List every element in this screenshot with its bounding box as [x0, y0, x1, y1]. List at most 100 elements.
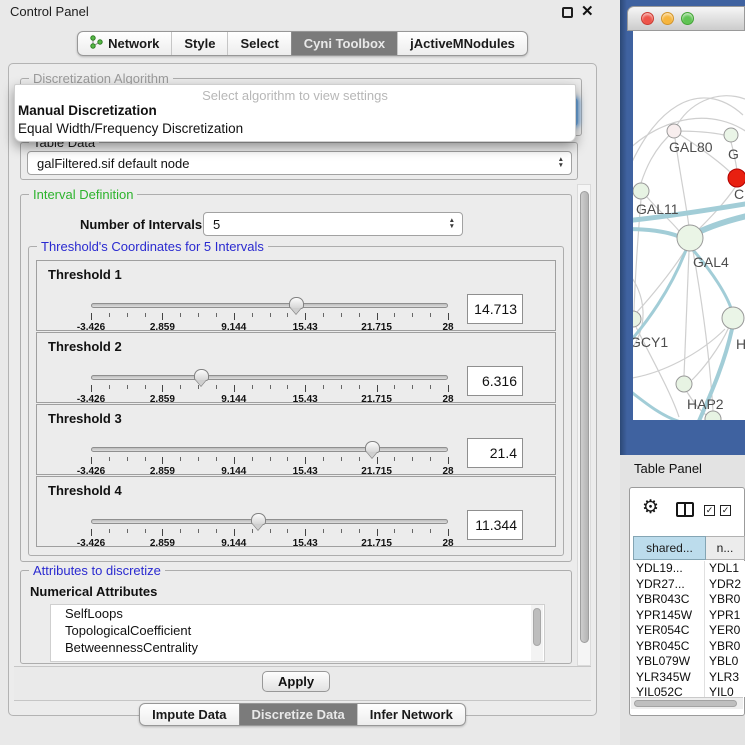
network-node-g[interactable] [724, 128, 738, 142]
table-row[interactable]: YIL052CYIL0 [633, 685, 745, 697]
spinner-arrows-icon: ▲▼ [558, 157, 564, 169]
cell-shared-name[interactable]: YDR27... [633, 577, 705, 593]
network-node[interactable] [705, 411, 721, 420]
scrollbar-thumb[interactable] [533, 608, 541, 646]
tab-discretize-data[interactable]: Discretize Data [239, 704, 357, 725]
column-header-name[interactable]: n... [706, 536, 745, 560]
network-icon [90, 35, 103, 52]
close-icon[interactable]: ✕ [581, 2, 594, 20]
cell-name[interactable]: YIL0 [705, 685, 745, 697]
scrollbar-thumb[interactable] [634, 700, 737, 707]
tab-infer-network[interactable]: Infer Network [357, 704, 465, 725]
bottom-tab-bar: Impute DataDiscretize DataInfer Network [8, 703, 597, 726]
threshold-value-input[interactable] [467, 510, 523, 540]
table-row[interactable]: YBL079WYBL0 [633, 654, 745, 670]
attribute-item[interactable]: SelfLoops [51, 605, 544, 622]
slider-track[interactable] [91, 519, 448, 524]
cell-name[interactable]: YBL0 [705, 654, 745, 670]
threshold-label: Threshold 2 [48, 339, 122, 354]
checkbox-icon[interactable]: ✓ [720, 505, 731, 516]
tick-label: 28 [442, 538, 453, 549]
cell-shared-name[interactable]: YBR043C [633, 592, 705, 608]
network-node-gal4[interactable] [677, 225, 703, 251]
tick-label: -3.426 [77, 538, 105, 549]
numerical-attributes-list[interactable]: SelfLoopsTopologicalCoefficientBetweenne… [50, 604, 545, 662]
table-row[interactable]: YBR043CYBR0 [633, 592, 745, 608]
table-data-value: galFiltered.sif default node [37, 156, 189, 171]
table-row[interactable]: YPR145WYPR1 [633, 608, 745, 624]
tab-jactivemnodules[interactable]: jActiveMNodules [397, 32, 527, 55]
table-row[interactable]: YLR345WYLR3 [633, 670, 745, 686]
cell-shared-name[interactable]: YER054C [633, 623, 705, 639]
cell-shared-name[interactable]: YBR045C [633, 639, 705, 655]
table-row[interactable]: YDL19...YDL1 [633, 561, 745, 577]
threshold-value-input[interactable] [467, 294, 523, 324]
network-node-gal80[interactable] [667, 124, 681, 138]
cell-shared-name[interactable]: YDL19... [633, 561, 705, 577]
threshold-slider[interactable]: -3.4262.8599.14415.4321.71528 [91, 519, 448, 545]
cell-shared-name[interactable]: YLR345W [633, 670, 705, 686]
network-node-gcy1[interactable] [633, 311, 641, 327]
attribute-item[interactable]: BetweennessCentrality [51, 639, 544, 656]
network-node-c[interactable] [728, 169, 745, 187]
network-node-gal11[interactable] [633, 183, 649, 199]
table-data-combobox[interactable]: galFiltered.sif default node ▲▼ [27, 151, 572, 175]
traffic-light-minimize-icon[interactable] [661, 12, 674, 25]
cell-name[interactable]: YBR0 [705, 639, 745, 655]
tab-select[interactable]: Select [227, 32, 290, 55]
threshold-slider[interactable]: -3.4262.8599.14415.4321.71528 [91, 447, 448, 473]
network-node-h[interactable] [722, 307, 744, 329]
cell-shared-name[interactable]: YIL052C [633, 685, 705, 697]
network-node-hap2[interactable] [676, 376, 692, 392]
cell-name[interactable]: YER0 [705, 623, 745, 639]
cell-name[interactable]: YBR0 [705, 592, 745, 608]
cell-name[interactable]: YPR1 [705, 608, 745, 624]
table-row[interactable]: YBR045CYBR0 [633, 639, 745, 655]
number-of-intervals-combobox[interactable]: 5 ▲▼ [203, 212, 463, 236]
dropdown-item-equal-width-frequency[interactable]: Equal Width/Frequency Discretization [15, 120, 575, 138]
tick-label: 9.144 [221, 538, 246, 549]
tab-impute-data[interactable]: Impute Data [140, 704, 238, 725]
dropdown-item-manual-discretization[interactable]: Manual Discretization [15, 102, 575, 120]
tab-network[interactable]: Network [78, 32, 171, 55]
slider-track[interactable] [91, 303, 448, 308]
algorithm-dropdown-popup: Select algorithm to view settings Manual… [14, 84, 576, 142]
table-horizontal-scrollbar[interactable] [631, 697, 743, 709]
slider-handle[interactable] [365, 441, 380, 453]
attribute-item[interactable]: TopologicalCoefficient [51, 622, 544, 639]
table-row[interactable]: YDR27...YDR2 [633, 577, 745, 593]
gear-icon[interactable]: ⚙ [642, 498, 659, 517]
traffic-light-close-icon[interactable] [641, 12, 654, 25]
cell-name[interactable]: YDL1 [705, 561, 745, 577]
float-window-icon[interactable] [562, 7, 573, 18]
threshold-value-input[interactable] [467, 438, 523, 468]
cell-shared-name[interactable]: YPR145W [633, 608, 705, 624]
threshold-slider[interactable]: -3.4262.8599.14415.4321.71528 [91, 303, 448, 329]
slider-handle[interactable] [251, 513, 266, 525]
number-of-intervals-label: Number of Intervals [80, 217, 202, 232]
slider-track[interactable] [91, 375, 448, 380]
threshold-value-input[interactable] [467, 366, 523, 396]
slider-handle[interactable] [194, 369, 209, 381]
network-view-canvas[interactable]: GAL80GCGAL11GAL4GCY1HHAP2 [633, 31, 745, 420]
tab-style[interactable]: Style [171, 32, 227, 55]
list-scrollbar[interactable] [531, 605, 543, 661]
column-header-shared-name[interactable]: shared... [633, 536, 706, 560]
scrollbar-thumb[interactable] [580, 191, 589, 643]
panel-vertical-scrollbar[interactable] [577, 184, 591, 666]
panel-title: Control Panel [10, 4, 89, 19]
table-row[interactable]: YER054CYER0 [633, 623, 745, 639]
slider-handle[interactable] [289, 297, 304, 309]
cell-shared-name[interactable]: YBL079W [633, 654, 705, 670]
node-label: GAL80 [669, 139, 713, 155]
slider-ticks [91, 529, 448, 538]
traffic-light-zoom-icon[interactable] [681, 12, 694, 25]
cell-name[interactable]: YLR3 [705, 670, 745, 686]
threshold-slider[interactable]: -3.4262.8599.14415.4321.71528 [91, 375, 448, 401]
checkbox-icon[interactable]: ✓ [704, 505, 715, 516]
tab-cyni-toolbox[interactable]: Cyni Toolbox [291, 32, 397, 55]
split-columns-icon[interactable] [676, 502, 694, 517]
apply-button[interactable]: Apply [262, 671, 330, 692]
cell-name[interactable]: YDR2 [705, 577, 745, 593]
slider-track[interactable] [91, 447, 448, 452]
